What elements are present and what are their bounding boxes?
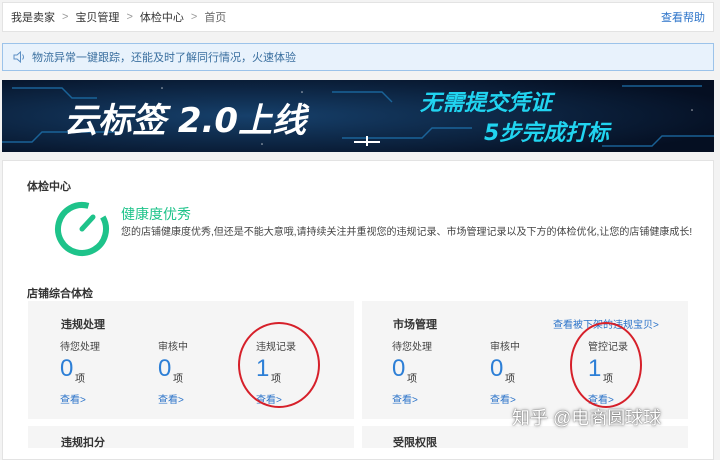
- card-title-market-management: 市场管理: [393, 319, 437, 331]
- notice-text: 物流异常一键跟踪，还能及时了解同行情况，火速体验: [32, 52, 296, 64]
- stat-unit: 项: [173, 374, 183, 385]
- breadcrumb-home: 首页: [204, 12, 227, 24]
- view-link-pending[interactable]: 查看>: [60, 391, 86, 406]
- breadcrumb-seller[interactable]: 我是卖家: [11, 9, 55, 25]
- notice-bar[interactable]: 物流异常一键跟踪，还能及时了解同行情况，火速体验: [2, 43, 714, 71]
- stat-value-reviewing[interactable]: 0: [490, 357, 503, 381]
- breadcrumb-item-management[interactable]: 宝贝管理: [75, 9, 119, 25]
- section-title-overview: 店铺综合体检: [27, 288, 93, 300]
- speaker-icon: [13, 51, 24, 63]
- stat-label-reviewing: 审核中: [490, 342, 520, 353]
- highlight-circle: [570, 322, 642, 408]
- health-gauge-icon: [55, 201, 109, 256]
- breadcrumb-separator: >: [62, 11, 69, 23]
- stat-value-pending[interactable]: 0: [60, 357, 73, 381]
- section-title-checkup: 体检中心: [27, 181, 71, 193]
- stat-value-reviewing[interactable]: 0: [158, 357, 171, 381]
- health-description: 您的店铺健康度优秀,但还是不能大意哦,请持续关注并重视您的违规记录、市场管理记录…: [121, 227, 693, 238]
- banner-text-layer: 云标签 2.0上线 无需提交凭证 5步完成打标: [64, 90, 612, 146]
- stat-unit: 项: [75, 374, 85, 385]
- card-title-violation-handling: 违规处理: [61, 319, 105, 331]
- banner-line-1: 无需提交凭证: [420, 90, 556, 116]
- stat-label-reviewing: 审核中: [158, 342, 188, 353]
- stat-value-pending[interactable]: 0: [392, 357, 405, 381]
- breadcrumb-separator: >: [190, 11, 198, 23]
- help-link[interactable]: 查看帮助: [661, 9, 705, 25]
- banner-line-2: 5步完成打标: [484, 120, 612, 146]
- banner-title: 云标签 2.0上线: [64, 101, 310, 141]
- breadcrumb: 我是卖家 > 宝贝管理 > 体检中心 > 首页 查看帮助: [2, 2, 714, 32]
- view-link-reviewing[interactable]: 查看>: [158, 391, 184, 406]
- health-status-heading: 健康度优秀: [121, 206, 191, 222]
- breadcrumb-separator: >: [126, 11, 133, 23]
- stat-label-pending: 待您处理: [392, 342, 432, 353]
- stat-unit: 项: [407, 374, 417, 385]
- breadcrumb-checkup-center[interactable]: 体检中心: [140, 9, 184, 25]
- stat-label-pending: 待您处理: [60, 342, 100, 353]
- highlight-circle: [238, 322, 320, 408]
- view-link-pending[interactable]: 查看>: [392, 391, 418, 406]
- promo-banner[interactable]: 云标签 2.0上线 无需提交凭证 5步完成打标: [2, 80, 714, 152]
- watermark: 知乎 @电商圆球球: [512, 408, 662, 428]
- stat-unit: 项: [505, 374, 515, 385]
